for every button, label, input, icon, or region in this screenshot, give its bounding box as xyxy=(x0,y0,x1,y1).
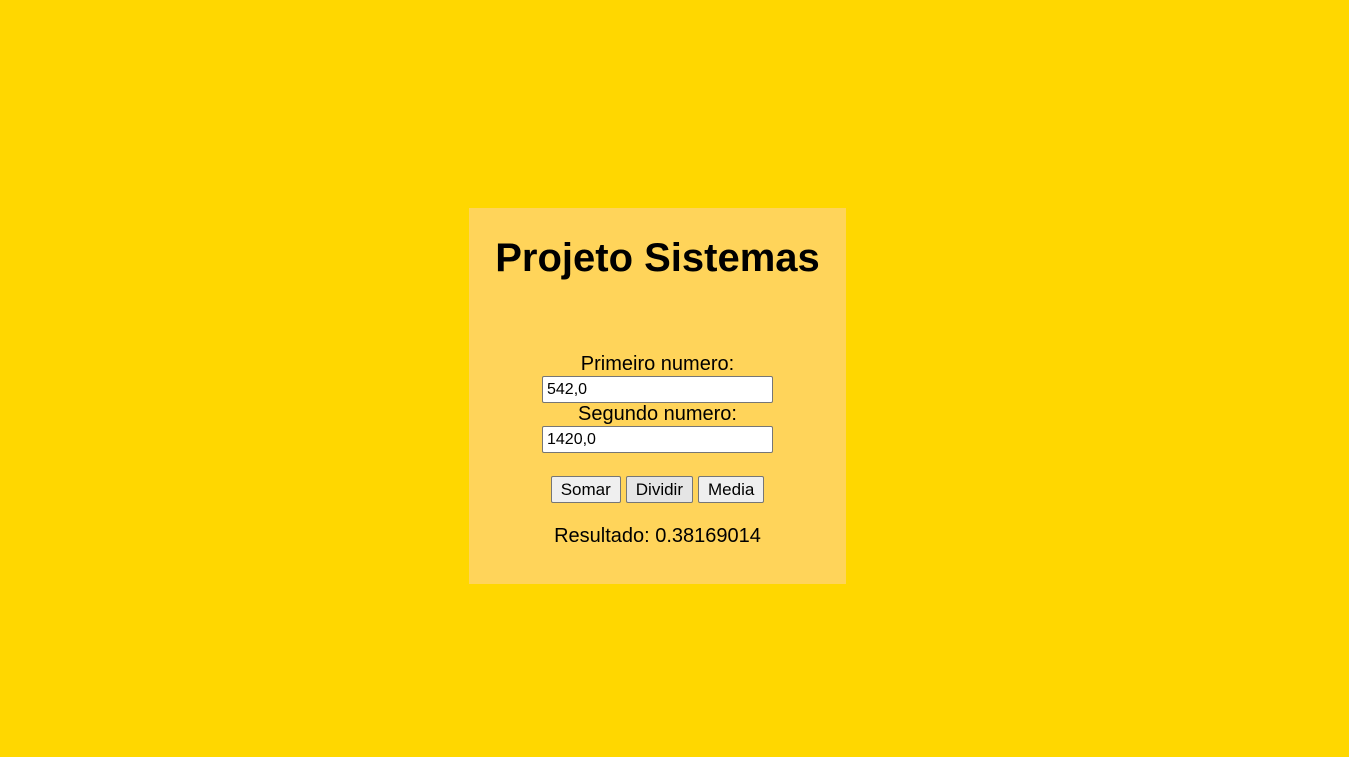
first-number-label: Primeiro numero: xyxy=(580,353,735,375)
calculator-form: Primeiro numero: Segundo numero: Somar D… xyxy=(469,353,846,548)
page-title: Projeto Sistemas xyxy=(495,236,820,280)
calculator-card: Projeto Sistemas Primeiro numero: Segund… xyxy=(469,208,846,584)
result-text: Resultado: 0.38169014 xyxy=(554,525,761,547)
sum-button[interactable]: Somar xyxy=(550,476,621,503)
second-number-input[interactable] xyxy=(542,426,773,453)
second-number-label: Segundo numero: xyxy=(577,403,737,425)
first-number-input[interactable] xyxy=(542,376,773,403)
action-buttons: Somar Dividir Media xyxy=(550,476,765,503)
divide-button[interactable]: Dividir xyxy=(625,476,693,503)
mean-button[interactable]: Media xyxy=(698,476,765,503)
